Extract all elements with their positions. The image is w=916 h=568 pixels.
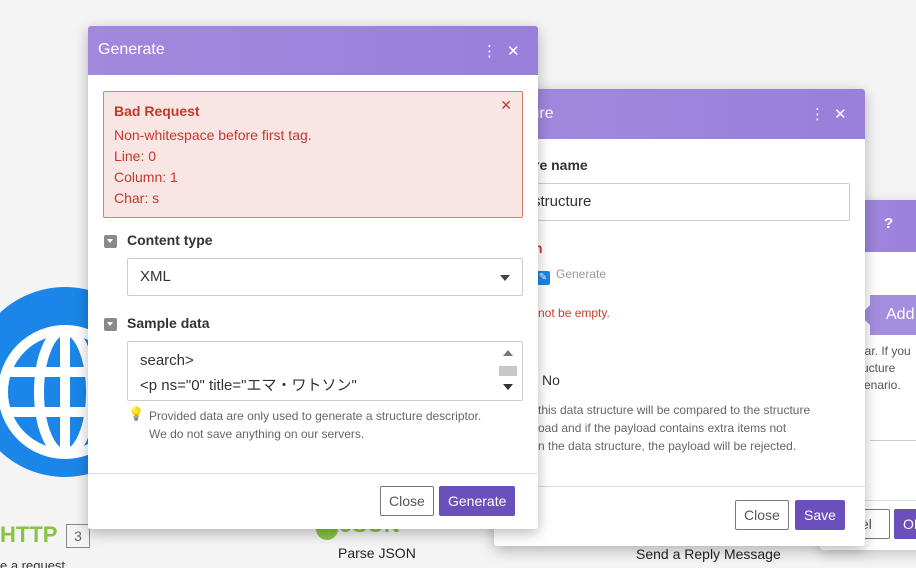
strict-value[interactable]: No <box>542 372 560 388</box>
content-type-collapse-icon[interactable] <box>104 235 117 248</box>
content-type-label: Content type <box>127 232 213 248</box>
generator-button[interactable]: ✎ Generate <box>536 267 606 285</box>
alert-message: Non-whitespace before first tag. <box>114 127 312 143</box>
data-structure-dialog: ture ⋮ ✕ re name structure n ✎ Generate n… <box>494 89 865 546</box>
lightbulb-icon: 💡 <box>128 407 145 422</box>
generator-label: Generate <box>556 267 607 281</box>
sample-data-line: search> <box>140 352 194 369</box>
chevron-down-icon <box>500 275 510 281</box>
alert-char: Char: s <box>114 190 160 206</box>
generate-button[interactable]: Generate <box>439 486 516 516</box>
module-id-badge: 3 <box>66 524 90 548</box>
webhook-description: ear. If you ructure cenario. <box>858 344 911 392</box>
dialog-header: Generate ⋮ ✕ <box>88 26 538 75</box>
sample-data-label: Sample data <box>127 315 210 331</box>
generate-dialog: Generate ⋮ ✕ Bad Request ✕ Non-whitespac… <box>88 26 538 529</box>
content-type-select[interactable]: XML <box>127 258 523 296</box>
json-module-label: Parse JSON <box>338 545 416 561</box>
divider <box>870 440 916 441</box>
sample-data-textarea[interactable]: search> <p ns="0" title="エマ・ワトソン" <box>127 341 523 401</box>
privacy-hint: Provided data are only used to generate … <box>149 409 482 441</box>
http-module-label: HTTP <box>0 522 58 547</box>
sample-data-collapse-icon[interactable] <box>104 318 117 331</box>
close-button[interactable]: Close <box>380 486 434 516</box>
close-button[interactable]: Close <box>735 500 789 530</box>
scroll-thumb[interactable] <box>499 366 517 376</box>
add-button[interactable]: Add <box>860 295 916 335</box>
help-icon[interactable]: ? <box>884 215 893 233</box>
alert-title: Bad Request <box>114 103 200 119</box>
content-type-value: XML <box>140 268 171 285</box>
strict-description: this data structure will be compared to … <box>538 403 811 453</box>
error-alert: Bad Request ✕ Non-whitespace before firs… <box>103 91 523 218</box>
alert-line-number: Line: 0 <box>114 148 157 164</box>
scroll-down-icon[interactable] <box>503 384 513 390</box>
ok-button[interactable]: OK <box>894 509 916 539</box>
wrench-icon: ✎ <box>536 271 550 285</box>
http-module-subtitle: e a request <box>0 558 66 568</box>
dialog-title: Generate <box>98 41 165 58</box>
dialog-footer: Close Generate <box>88 473 538 529</box>
structure-name-input[interactable]: structure <box>524 183 850 221</box>
scroll-up-icon[interactable] <box>503 350 513 356</box>
structure-name-label: re name <box>534 157 588 173</box>
sample-data-line: <p ns="0" title="エマ・ワトソン" <box>140 377 357 394</box>
reply-module-label: Send a Reply Message <box>636 546 781 562</box>
textarea-scrollbar[interactable] <box>494 342 522 400</box>
more-vertical-icon[interactable]: ⋮ <box>482 42 497 60</box>
more-vertical-icon[interactable]: ⋮ <box>810 105 825 123</box>
close-icon[interactable]: ✕ <box>507 42 520 60</box>
dialog-header: ture ⋮ ✕ <box>494 89 865 139</box>
specification-error: not be empty. <box>538 306 610 320</box>
alert-close-icon[interactable]: ✕ <box>500 98 512 114</box>
save-button[interactable]: Save <box>795 500 845 530</box>
alert-column: Column: 1 <box>114 169 178 185</box>
dialog-footer: Close Save <box>494 486 865 546</box>
close-icon[interactable]: ✕ <box>834 105 847 123</box>
